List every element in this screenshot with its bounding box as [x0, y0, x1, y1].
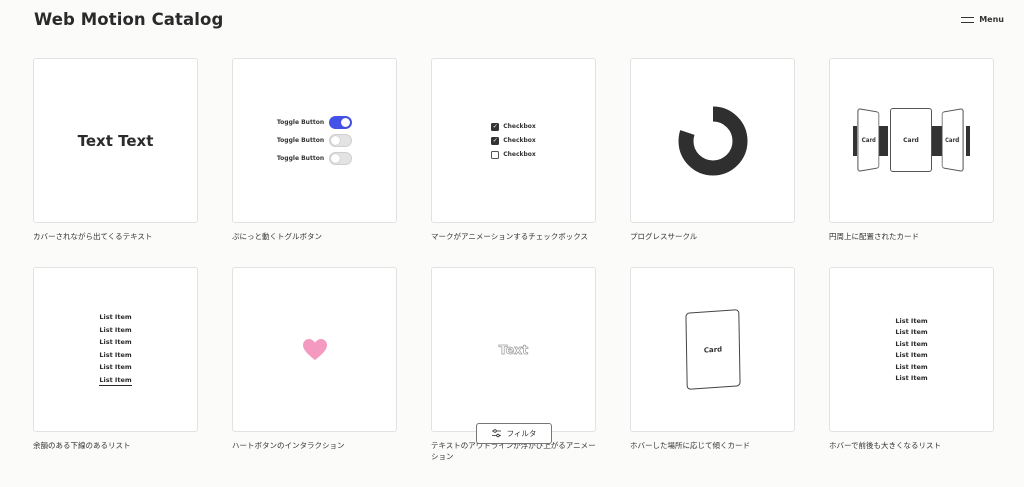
toggle-list: Toggle Button Toggle Button Toggle Butto…	[276, 116, 353, 165]
checkbox-unchecked[interactable]	[491, 150, 500, 159]
catalog-item[interactable]: Card Card Card 円周上に配置されたカード	[829, 58, 994, 267]
demo-card[interactable]: Card	[630, 267, 795, 432]
list-item[interactable]: List Item	[895, 363, 927, 371]
demo-card[interactable]: List Item List Item List Item List Item …	[829, 267, 994, 432]
catalog-item[interactable]: List Item List Item List Item List Item …	[33, 267, 198, 476]
menu-label: Menu	[979, 15, 1004, 24]
outline-text: Text	[498, 342, 529, 358]
underline-list: List Item List Item List Item List Item …	[99, 313, 132, 386]
demo-card[interactable]: ✓ Checkbox ✓ Checkbox Checkbox	[431, 58, 596, 223]
list-item[interactable]: List Item	[895, 340, 927, 348]
list-item[interactable]: List Item	[99, 313, 131, 321]
list-item[interactable]: List Item	[99, 376, 132, 386]
list-item[interactable]: List Item	[99, 363, 131, 371]
catalog-item[interactable]: Text テキストのアウトラインが浮かび上がるアニメーション	[431, 267, 596, 476]
catalog-item[interactable]: ハートボタンのインタラクション	[232, 267, 397, 476]
catalog-item[interactable]: List Item List Item List Item List Item …	[829, 267, 994, 476]
checkbox-checked[interactable]: ✓	[491, 136, 500, 145]
list-item[interactable]: List Item	[895, 351, 927, 359]
cover-text: Text Text	[77, 131, 154, 150]
toggle-knob	[331, 154, 341, 163]
item-caption: 円周上に配置されたカード	[829, 232, 919, 241]
demo-card[interactable]	[630, 58, 795, 223]
toggle-knob	[331, 136, 341, 145]
demo-card[interactable]: List Item List Item List Item List Item …	[33, 267, 198, 432]
motion-grid: Text Text カバーされながら出てくるテキスト Toggle Button…	[33, 58, 994, 476]
toggle-label: Toggle Button	[276, 119, 325, 126]
toggle-row[interactable]: Toggle Button	[276, 134, 353, 147]
toggle-knob	[341, 118, 351, 127]
catalog-item[interactable]: プログレスサークル	[630, 58, 795, 267]
filter-icon	[491, 429, 501, 438]
tilt-card[interactable]: Card	[684, 309, 741, 390]
catalog-item[interactable]: Text Text カバーされながら出てくるテキスト	[33, 58, 198, 267]
checkbox-row[interactable]: ✓ Checkbox	[491, 136, 536, 145]
toggle-label: Toggle Button	[276, 155, 325, 162]
list-item[interactable]: List Item	[895, 317, 927, 325]
list-item[interactable]: List Item	[895, 328, 927, 336]
checkbox-label: Checkbox	[503, 137, 536, 144]
progress-circle	[678, 106, 747, 175]
checkbox-label: Checkbox	[503, 151, 536, 158]
card-ring: Card Card Card	[830, 59, 993, 222]
heart-icon[interactable]	[302, 338, 328, 362]
checkbox-row[interactable]: Checkbox	[491, 150, 536, 159]
toggle-row[interactable]: Toggle Button	[276, 116, 353, 129]
item-caption: カバーされながら出てくるテキスト	[33, 232, 153, 241]
catalog-item[interactable]: ✓ Checkbox ✓ Checkbox Checkbox マークがアニメーシ…	[431, 58, 596, 267]
list-item[interactable]: List Item	[99, 326, 131, 334]
checkbox-row[interactable]: ✓ Checkbox	[491, 122, 536, 131]
toggle-switch[interactable]	[329, 116, 353, 129]
ring-card[interactable]: Card	[941, 107, 964, 173]
list-item[interactable]: List Item	[895, 374, 927, 382]
toggle-switch[interactable]	[329, 134, 353, 147]
scale-list: List Item List Item List Item List Item …	[895, 317, 927, 383]
ring-edge	[966, 126, 970, 156]
demo-card[interactable]: Text	[431, 267, 596, 432]
site-title[interactable]: Web Motion Catalog	[34, 10, 223, 29]
item-caption: マークがアニメーションするチェックボックス	[431, 232, 588, 241]
ring-card[interactable]: Card	[890, 108, 932, 172]
checkbox-checked[interactable]: ✓	[491, 122, 500, 131]
item-caption: ぷにっと動くトグルボタン	[232, 232, 322, 241]
filter-button[interactable]: フィルタ	[476, 423, 552, 444]
checkbox-label: Checkbox	[503, 123, 536, 130]
demo-card[interactable]: Text Text	[33, 58, 198, 223]
list-item[interactable]: List Item	[99, 351, 131, 359]
ring-card[interactable]: Card	[857, 107, 880, 173]
toggle-row[interactable]: Toggle Button	[276, 152, 353, 165]
demo-card[interactable]: Toggle Button Toggle Button Toggle Butto…	[232, 58, 397, 223]
item-caption: 余韻のある下線のあるリスト	[33, 441, 131, 450]
item-caption: ホバーした場所に応じて傾くカード	[630, 441, 750, 450]
item-caption: プログレスサークル	[630, 232, 698, 241]
filter-label: フィルタ	[506, 429, 537, 438]
list-item[interactable]: List Item	[99, 338, 131, 346]
toggle-switch[interactable]	[329, 152, 353, 165]
demo-card[interactable]: Card Card Card	[829, 58, 994, 223]
menu-button[interactable]: Menu	[961, 15, 1004, 24]
checkbox-list: ✓ Checkbox ✓ Checkbox Checkbox	[491, 122, 536, 159]
item-caption: ホバーで前後も大きくなるリスト	[829, 441, 942, 450]
hamburger-icon	[961, 16, 975, 23]
item-caption: ハートボタンのインタラクション	[232, 441, 345, 450]
demo-card[interactable]	[232, 267, 397, 432]
toggle-label: Toggle Button	[276, 137, 325, 144]
catalog-item[interactable]: Card ホバーした場所に応じて傾くカード	[630, 267, 795, 476]
catalog-item[interactable]: Toggle Button Toggle Button Toggle Butto…	[232, 58, 397, 267]
